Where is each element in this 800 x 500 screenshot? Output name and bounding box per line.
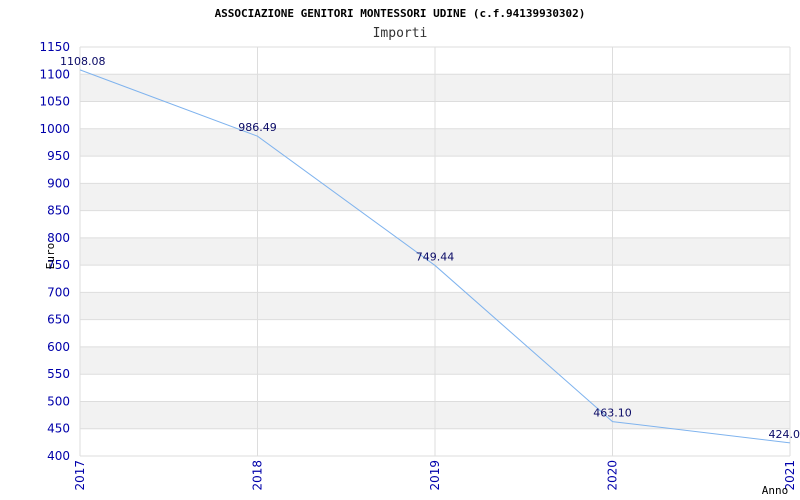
y-tick-label: 650 <box>47 313 70 327</box>
x-tick-label: 2019 <box>428 460 442 491</box>
x-tick-label: 2018 <box>251 460 265 491</box>
data-label: 986.49 <box>238 121 277 134</box>
y-axis-label: Euro <box>44 243 57 270</box>
chart-title: ASSOCIAZIONE GENITORI MONTESSORI UDINE (… <box>215 7 586 20</box>
y-tick-label: 950 <box>47 149 70 163</box>
x-axis-label: Anno <box>762 484 789 497</box>
chart: ASSOCIAZIONE GENITORI MONTESSORI UDINE (… <box>39 7 800 497</box>
y-tick-label: 500 <box>47 394 70 408</box>
y-tick-label: 1100 <box>39 67 70 81</box>
y-tick-label: 400 <box>47 449 70 463</box>
data-label: 1108.08 <box>60 55 106 68</box>
x-axis-ticks: 2017 2018 2019 2020 2021 <box>73 460 797 491</box>
data-label: 463.10 <box>593 407 632 420</box>
y-tick-label: 900 <box>47 176 70 190</box>
x-tick-label: 2020 <box>606 460 620 491</box>
y-tick-label: 450 <box>47 422 70 436</box>
y-tick-label: 1000 <box>39 122 70 136</box>
y-tick-label: 700 <box>47 285 70 299</box>
data-label: 424.0 <box>769 428 800 441</box>
x-tick-label: 2017 <box>73 460 87 491</box>
y-tick-label: 1150 <box>39 40 70 54</box>
chart-subtitle: Importi <box>373 26 428 41</box>
y-tick-label: 1050 <box>39 95 70 109</box>
y-tick-label: 550 <box>47 367 70 381</box>
data-label: 749.44 <box>416 250 455 263</box>
y-tick-label: 850 <box>47 204 70 218</box>
y-tick-label: 600 <box>47 340 70 354</box>
